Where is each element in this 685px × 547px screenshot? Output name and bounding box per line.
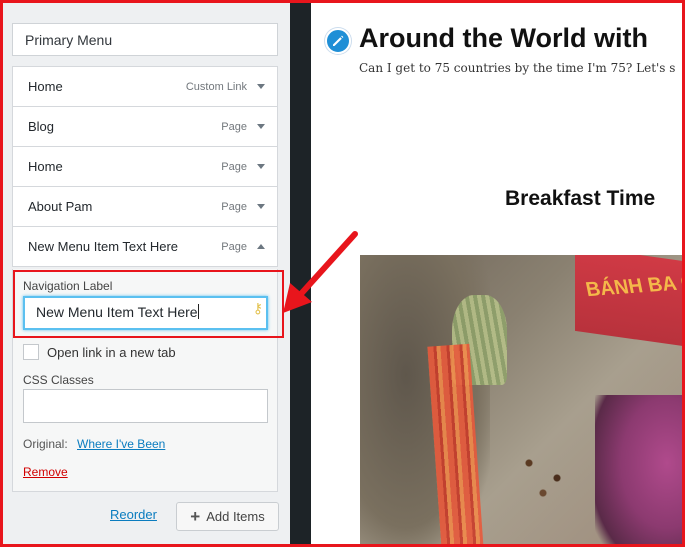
original-link[interactable]: Where I've Been: [77, 437, 165, 451]
chevron-down-icon[interactable]: [257, 204, 265, 209]
menu-item-title: Home: [28, 79, 63, 94]
menu-item-home[interactable]: Home Custom Link: [12, 66, 278, 107]
post-title[interactable]: Breakfast Time: [505, 187, 655, 211]
reorder-link[interactable]: Reorder: [110, 507, 157, 522]
menu-item-title: Home: [28, 159, 63, 174]
menu-item-type: Page: [221, 200, 247, 213]
menu-item-type: Custom Link: [185, 80, 247, 93]
menu-item-title: New Menu Item Text Here: [28, 239, 179, 254]
annotation-highlight-box: [13, 270, 284, 338]
menu-item-title: Blog: [28, 119, 55, 134]
add-items-button[interactable]: + Add Items: [176, 502, 279, 531]
photo-details: [515, 445, 585, 505]
remove-link[interactable]: Remove: [23, 465, 68, 479]
chevron-down-icon[interactable]: [257, 124, 265, 129]
site-preview: Around the World with Can I get to 75 co…: [311, 3, 682, 544]
open-new-tab-checkbox[interactable]: [23, 344, 39, 360]
css-classes-input[interactable]: [23, 389, 268, 423]
menu-item-type: Page: [221, 240, 247, 253]
menu-item-type: Page: [221, 120, 247, 133]
panel-divider: [290, 3, 311, 544]
menu-item-home-page[interactable]: Home Page: [12, 146, 278, 187]
menu-item-title: About Pam: [28, 199, 93, 214]
site-title[interactable]: Around the World with: [359, 23, 648, 54]
menu-item-blog[interactable]: Blog Page: [12, 106, 278, 147]
photo-person: [595, 395, 682, 544]
photo-sign: BÁNH BA G: [575, 255, 682, 350]
site-tagline: Can I get to 75 countries by the time I'…: [359, 61, 676, 75]
post-photo: BÁNH BA G: [360, 255, 682, 544]
menu-name-field[interactable]: Primary Menu: [12, 23, 278, 56]
pencil-icon[interactable]: [325, 28, 351, 54]
menu-item-new[interactable]: New Menu Item Text Here Page: [12, 226, 278, 267]
photo-sign-text: BÁNH BA G: [583, 271, 682, 302]
menu-item-about-pam[interactable]: About Pam Page: [12, 186, 278, 227]
chevron-down-icon[interactable]: [257, 164, 265, 169]
add-items-label: Add Items: [206, 509, 265, 524]
plus-icon: +: [190, 507, 201, 526]
chevron-down-icon[interactable]: [257, 84, 265, 89]
original-label: Original:: [23, 437, 68, 451]
menu-item-type: Page: [221, 160, 247, 173]
open-new-tab-label: Open link in a new tab: [47, 345, 176, 360]
chevron-up-icon[interactable]: [257, 244, 265, 249]
css-classes-title: CSS Classes: [23, 373, 94, 387]
